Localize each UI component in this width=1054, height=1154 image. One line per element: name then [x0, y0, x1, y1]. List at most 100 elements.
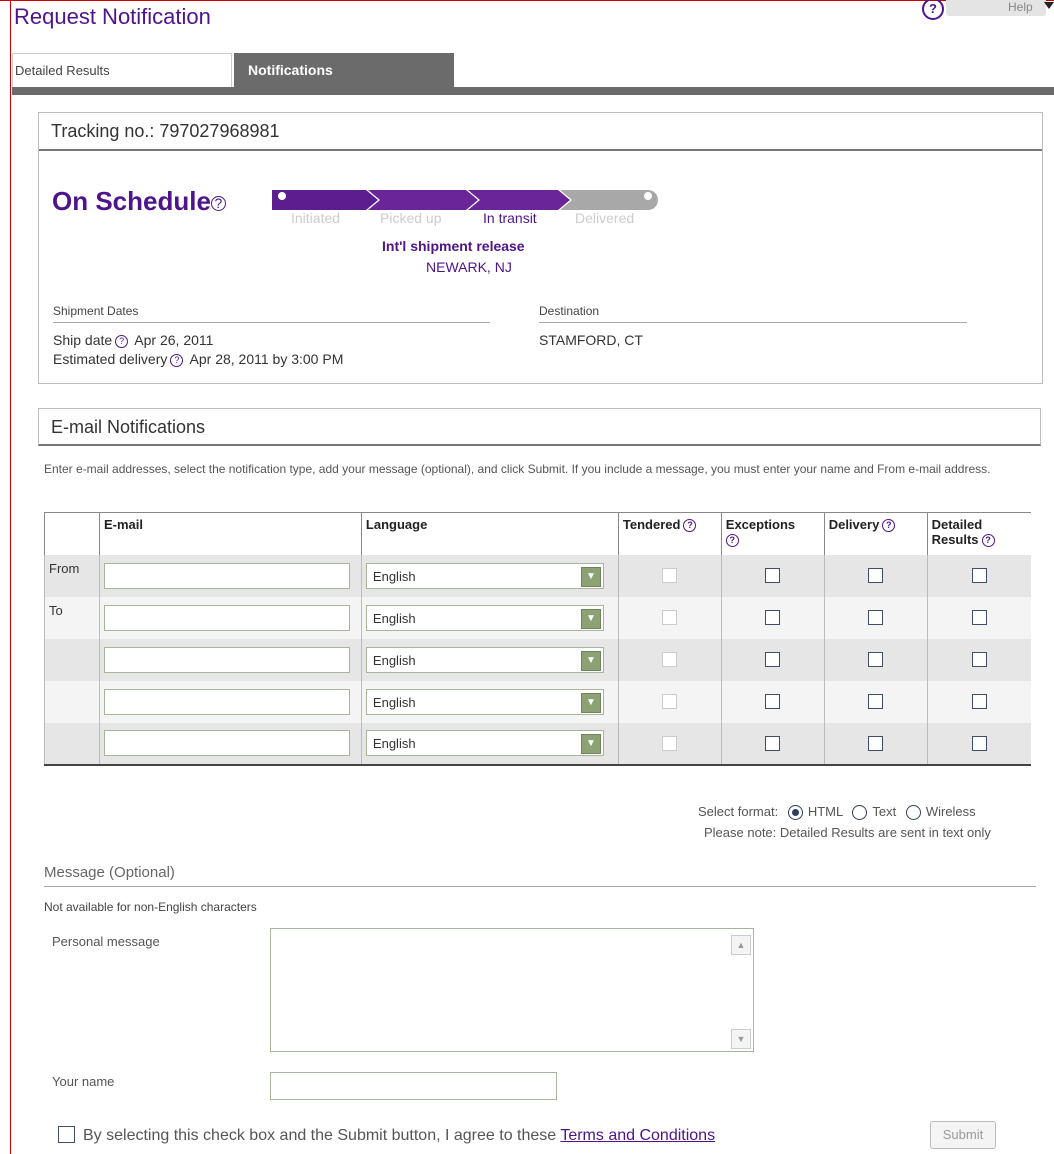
- start-dot: [278, 192, 286, 200]
- help-icon[interactable]: ?: [922, 0, 944, 20]
- terms-agreement: By selecting this check box and the Subm…: [58, 1126, 715, 1145]
- column-header-language: Language: [360, 512, 619, 555]
- email-field[interactable]: [103, 730, 350, 756]
- language-select[interactable]: English ▼: [365, 688, 604, 715]
- progress-tracker: [272, 190, 658, 210]
- row-label: [44, 722, 100, 766]
- agree-text: By selecting this check box and the Subm…: [83, 1127, 561, 1144]
- email-notifications-heading: E-mail Notifications: [38, 408, 1041, 446]
- help-icon[interactable]: ?: [725, 534, 739, 548]
- stage-label-initiated: Initiated: [291, 210, 341, 226]
- exceptions-checkbox[interactable]: [765, 652, 781, 667]
- delivery-checkbox[interactable]: [868, 568, 884, 583]
- email-field[interactable]: [103, 604, 350, 631]
- ship-date-label: Ship date: [53, 332, 113, 348]
- stage-delivered-segment: [560, 190, 658, 210]
- column-header-tendered: Tendered?: [617, 512, 722, 555]
- delivery-checkbox[interactable]: [868, 694, 884, 709]
- format-selector: Select format: HTML Text Wireless: [698, 804, 976, 821]
- chevron-down-icon[interactable]: ▼: [580, 692, 601, 713]
- format-wireless-radio[interactable]: [905, 805, 921, 821]
- delivery-checkbox[interactable]: [868, 735, 884, 751]
- email-field[interactable]: [103, 646, 350, 673]
- format-html-label[interactable]: HTML: [808, 804, 843, 819]
- table-row: English ▼: [44, 680, 1031, 723]
- detailed-results-checkbox[interactable]: [971, 652, 987, 667]
- column-header-email: E-mail: [98, 512, 362, 555]
- estimated-delivery-label: Estimated delivery: [53, 351, 168, 367]
- format-text-radio[interactable]: [852, 805, 868, 821]
- terms-link[interactable]: Terms and Conditions: [560, 1127, 715, 1144]
- help-icon[interactable]: ?: [210, 195, 226, 211]
- shipment-status: On Schedule?: [52, 186, 226, 217]
- row-label: From: [44, 554, 100, 597]
- delivery-checkbox[interactable]: [868, 652, 884, 667]
- tracking-number: Tracking no.: 797027968981: [39, 113, 1042, 151]
- exceptions-checkbox[interactable]: [765, 694, 781, 709]
- help-icon[interactable]: ?: [115, 334, 129, 348]
- ship-date-value: Apr 26, 2011: [134, 332, 214, 348]
- page-title: Request Notification: [14, 4, 211, 29]
- language-value: English: [372, 694, 416, 710]
- format-wireless-label[interactable]: Wireless: [926, 804, 976, 819]
- column-header-detailed-results: Detailed Results?: [926, 512, 1031, 555]
- divider: [44, 886, 1036, 887]
- tendered-checkbox: [662, 568, 678, 583]
- tendered-checkbox: [662, 694, 678, 709]
- help-icon[interactable]: ?: [882, 519, 896, 533]
- detailed-results-checkbox[interactable]: [971, 610, 987, 625]
- format-text-label[interactable]: Text: [872, 804, 896, 819]
- language-select[interactable]: English ▼: [365, 604, 604, 631]
- your-name-label: Your name: [52, 1074, 115, 1089]
- column-header-exceptions: Exceptions?: [720, 512, 825, 555]
- language-select[interactable]: English ▼: [365, 646, 604, 673]
- detailed-results-checkbox[interactable]: [971, 568, 987, 583]
- destination-value: STAMFORD, CT: [539, 332, 643, 348]
- row-label: [44, 680, 100, 723]
- personal-message-textarea[interactable]: ▲ ▼: [270, 928, 754, 1052]
- submit-button[interactable]: Submit: [930, 1121, 996, 1149]
- message-heading: Message (Optional): [44, 864, 175, 881]
- destination-heading: Destination: [539, 304, 600, 318]
- chevron-down-icon[interactable]: ▼: [580, 734, 601, 754]
- tab-notifications[interactable]: Notifications: [234, 53, 454, 89]
- help-button[interactable]: Help: [946, 0, 1046, 16]
- language-select[interactable]: English ▼: [365, 562, 604, 589]
- scroll-down-icon[interactable]: ▼: [731, 1029, 751, 1049]
- help-icon[interactable]: ?: [683, 519, 697, 533]
- shipment-dates-heading: Shipment Dates: [53, 304, 139, 318]
- table-row: To English ▼: [44, 596, 1031, 639]
- latest-event: Int'l shipment release: [382, 238, 525, 254]
- detailed-results-checkbox[interactable]: [971, 735, 987, 751]
- chevron-down-icon[interactable]: ▼: [580, 608, 601, 629]
- chevron-down-icon[interactable]: ▼: [580, 566, 601, 587]
- textarea-scrollbar[interactable]: ▲ ▼: [731, 931, 751, 1049]
- tab-detailed-results[interactable]: Detailed Results: [12, 53, 232, 89]
- row-label: To: [44, 596, 100, 639]
- stage-pickedup-segment: [368, 190, 478, 210]
- delivery-checkbox[interactable]: [868, 610, 884, 625]
- help-icon[interactable]: ?: [981, 534, 995, 548]
- table-row: From English ▼: [44, 554, 1031, 597]
- exceptions-checkbox[interactable]: [765, 735, 781, 751]
- chevron-down-icon[interactable]: ▼: [580, 650, 601, 671]
- language-select[interactable]: English ▼: [365, 730, 604, 756]
- agree-checkbox[interactable]: [58, 1126, 75, 1143]
- help-icon[interactable]: ?: [170, 353, 184, 367]
- estimated-delivery-value: Apr 28, 2011 by 3:00 PM: [189, 351, 344, 367]
- table-header-row: E-mail Language Tendered? Exceptions? De…: [44, 512, 1031, 555]
- detailed-results-checkbox[interactable]: [971, 694, 987, 709]
- exceptions-checkbox[interactable]: [765, 610, 781, 625]
- email-field[interactable]: [103, 688, 350, 715]
- chevron-down-icon[interactable]: [1044, 2, 1054, 9]
- tab-bar: Detailed Results Notifications: [12, 53, 1054, 97]
- language-value: English: [372, 652, 416, 668]
- your-name-field[interactable]: [270, 1072, 557, 1100]
- format-html-radio[interactable]: [787, 805, 803, 821]
- table-row: English ▼: [44, 722, 1031, 766]
- latest-location: NEWARK, NJ: [426, 259, 512, 275]
- exceptions-checkbox[interactable]: [765, 568, 781, 583]
- scroll-up-icon[interactable]: ▲: [731, 935, 751, 955]
- tab-underline: [12, 87, 1054, 95]
- email-field[interactable]: [103, 562, 350, 589]
